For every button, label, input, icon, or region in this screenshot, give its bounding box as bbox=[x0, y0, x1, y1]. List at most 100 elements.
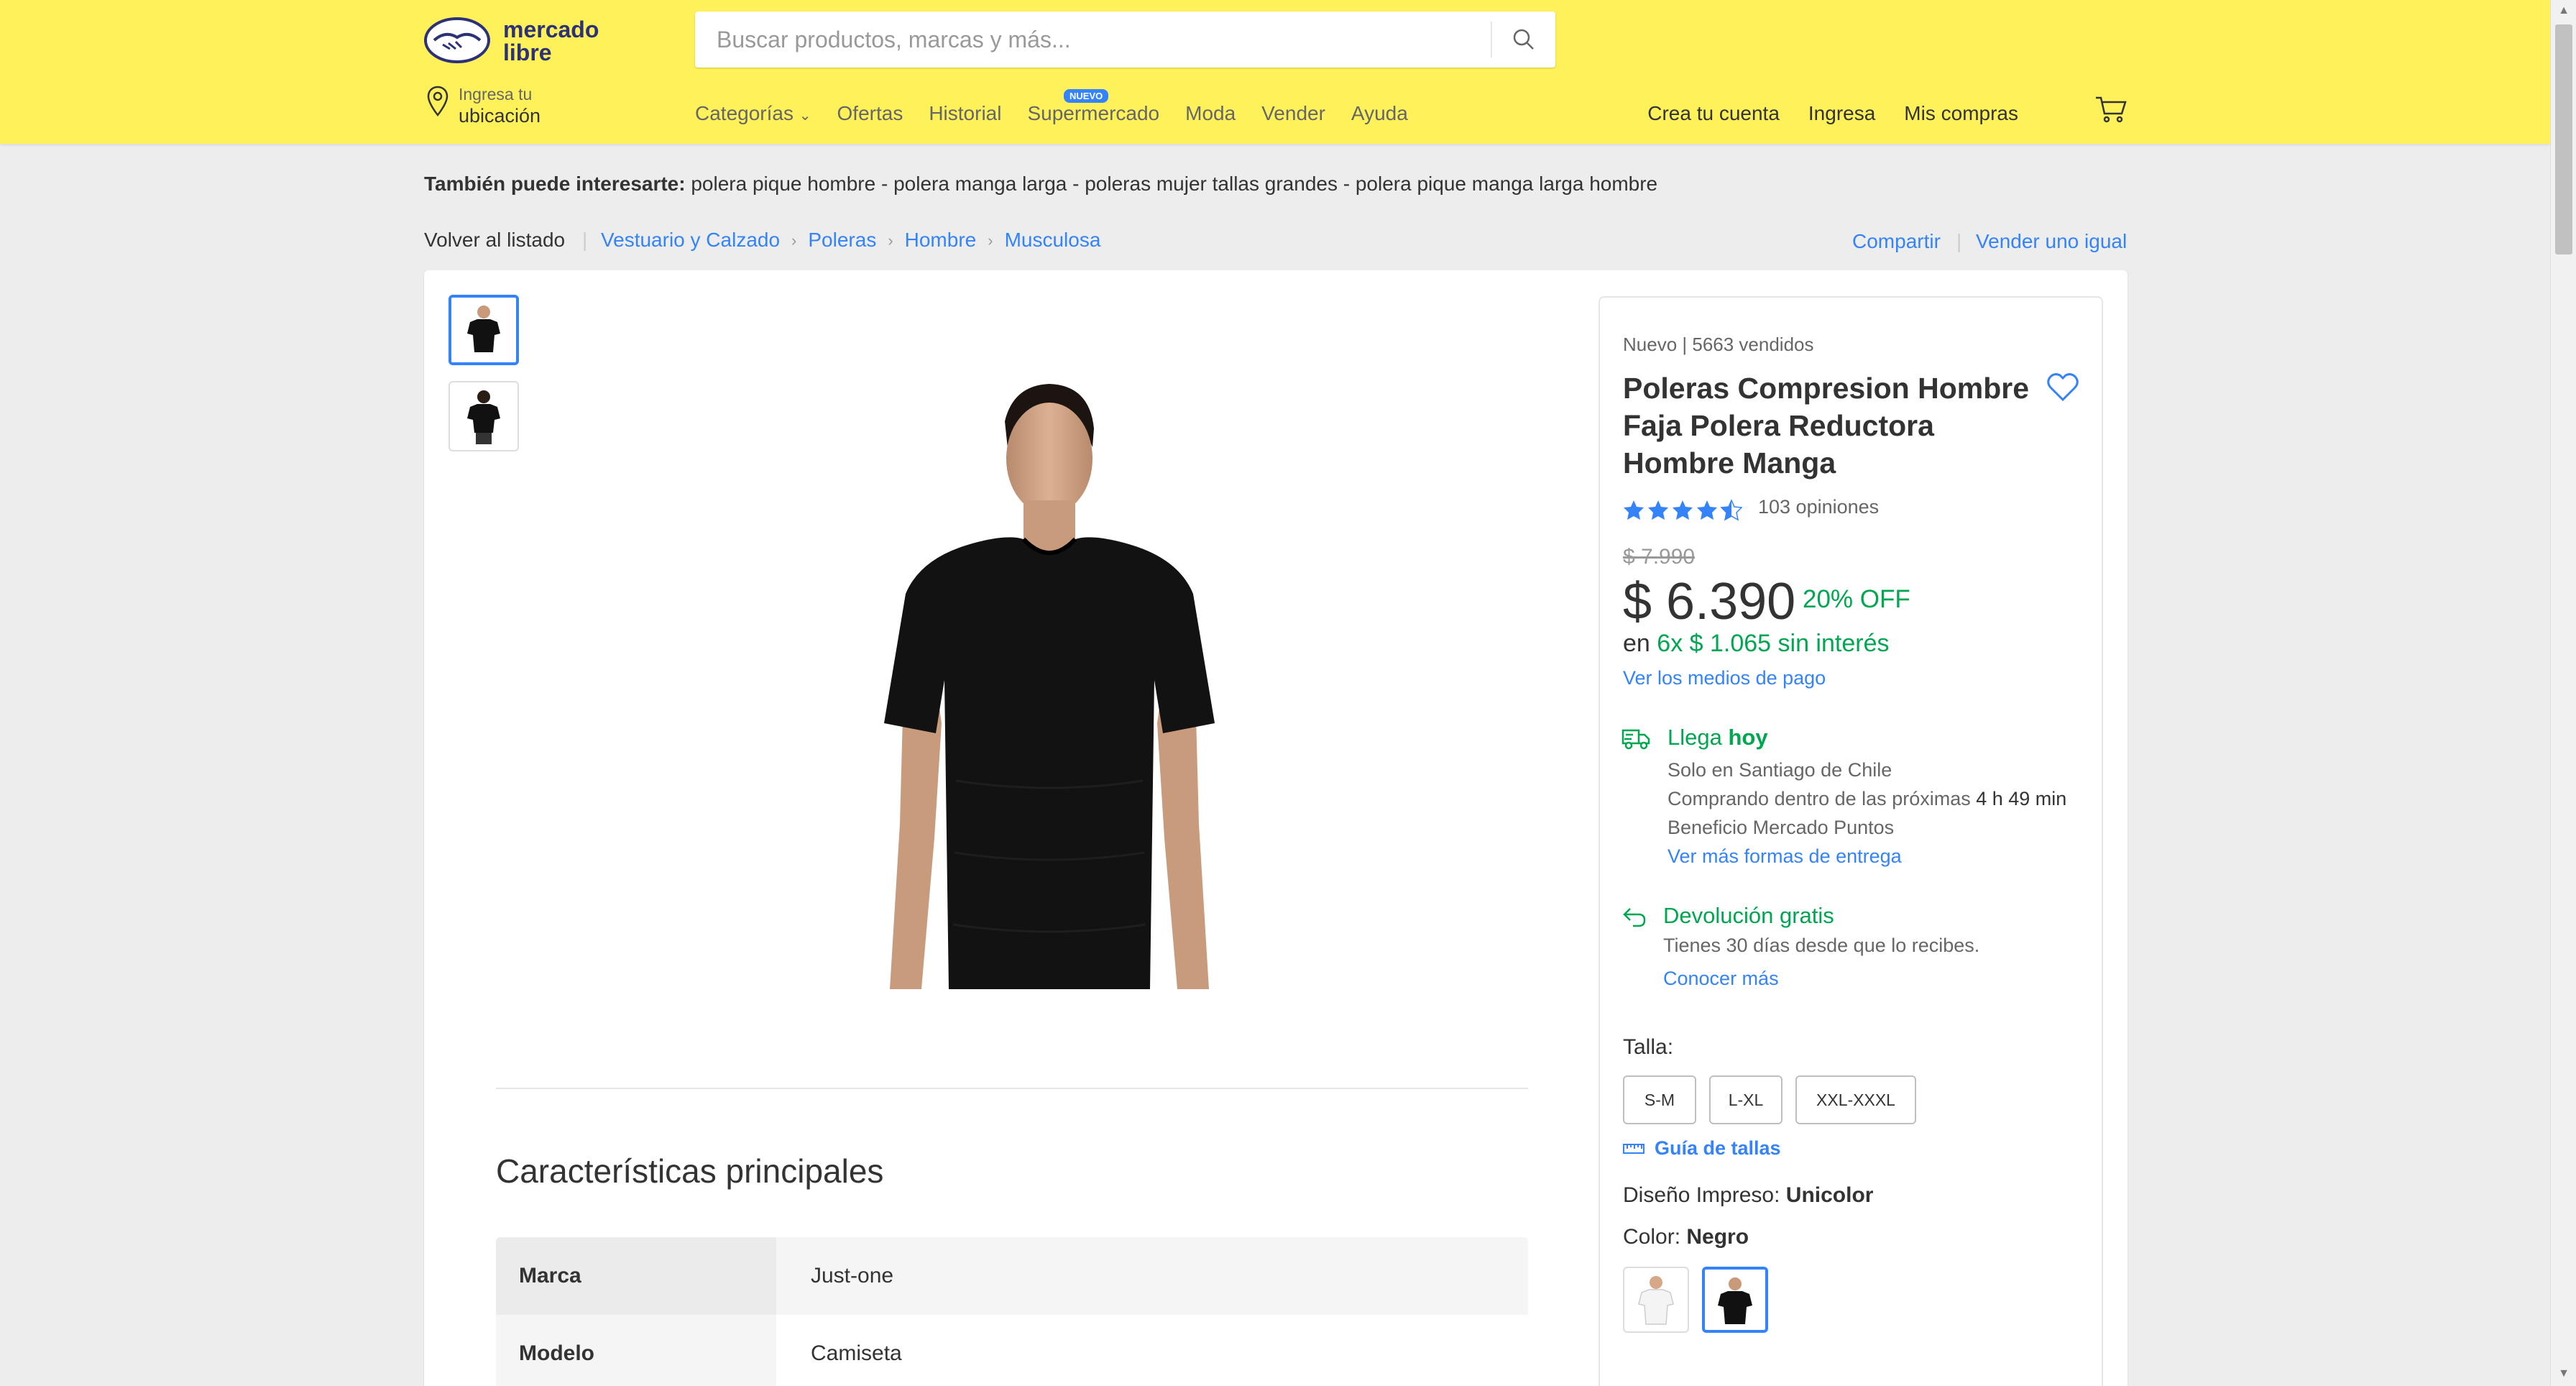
nav-categorias-label: Categorías bbox=[695, 102, 794, 124]
ruler-icon bbox=[1623, 1143, 1644, 1154]
mercadolibre-logo[interactable]: mercado libre bbox=[424, 13, 625, 66]
size-option-s-m[interactable]: S-M bbox=[1623, 1075, 1696, 1124]
breadcrumb-divider: | bbox=[582, 229, 588, 251]
share-link[interactable]: Compartir bbox=[1852, 230, 1941, 253]
black-shirt-image bbox=[1718, 1277, 1752, 1324]
logo-text-2: libre bbox=[503, 40, 552, 65]
breadcrumb-hombre[interactable]: Hombre bbox=[905, 229, 977, 253]
reviews-count[interactable]: 103 opiniones bbox=[1758, 496, 1879, 518]
color-label: Color: bbox=[1623, 1225, 1681, 1249]
thumbnail-1[interactable] bbox=[448, 295, 519, 365]
my-purchases-link[interactable]: Mis compras bbox=[1904, 102, 2018, 125]
shipping-line-2: Comprando dentro de las próximas 4 h 49 … bbox=[1668, 788, 2066, 810]
returns-more-link[interactable]: Conocer más bbox=[1663, 968, 1779, 990]
search-bar bbox=[695, 12, 1555, 68]
more-shipping-link[interactable]: Ver más formas de entrega bbox=[1668, 845, 1902, 868]
location-label: ubicación bbox=[459, 105, 541, 127]
shipping-line-2-prefix: Comprando dentro de las próximas bbox=[1668, 788, 1971, 809]
main-nav: Categorías ⌄ Ofertas Historial Supermerc… bbox=[695, 102, 1408, 125]
size-guide-label: Guía de tallas bbox=[1655, 1137, 1781, 1159]
search-input[interactable] bbox=[717, 12, 1450, 68]
login-link[interactable]: Ingresa bbox=[1808, 102, 1875, 125]
back-to-list-link[interactable]: Volver al listado bbox=[424, 229, 565, 252]
logo-text-1: mercado bbox=[503, 17, 599, 42]
scroll-up-icon[interactable]: ▲ bbox=[2557, 4, 2571, 19]
location-pin-icon bbox=[427, 86, 448, 116]
share-divider: | bbox=[1956, 230, 1962, 252]
nav-moda[interactable]: Moda bbox=[1185, 102, 1236, 125]
search-button[interactable] bbox=[1491, 22, 1555, 58]
breadcrumb-musculosa[interactable]: Musculosa bbox=[1005, 229, 1101, 253]
nuevo-badge: NUEVO bbox=[1064, 89, 1109, 103]
buy-box: Nuevo | 5663 vendidos Poleras Compresion… bbox=[1598, 296, 2103, 1386]
breadcrumb-poleras[interactable]: Poleras bbox=[808, 229, 876, 253]
shipping-line-3: Beneficio Mercado Puntos bbox=[1668, 817, 1895, 838]
design-value: Unicolor bbox=[1785, 1183, 1874, 1207]
nav-ayuda[interactable]: Ayuda bbox=[1351, 102, 1408, 125]
shipping-line-1: Solo en Santiago de Chile bbox=[1668, 759, 1892, 781]
returns-title: Devolución gratis bbox=[1663, 903, 1834, 928]
table-value: Camiseta bbox=[776, 1315, 1528, 1386]
color-swatch-black[interactable] bbox=[1702, 1267, 1768, 1333]
related-items[interactable]: polera pique hombre - polera manga larga… bbox=[691, 173, 1657, 195]
rating-stars[interactable] bbox=[1623, 497, 1745, 522]
site-header: mercado libre Ingresa tu ubicación NUEVO… bbox=[0, 0, 2550, 144]
design-attribute: Diseño Impreso: Unicolor bbox=[1623, 1183, 1873, 1208]
size-option-xxl-xxxl[interactable]: XXL-XXXL bbox=[1795, 1075, 1916, 1124]
chevron-right-icon: › bbox=[888, 231, 893, 249]
truck-icon bbox=[1622, 729, 1650, 750]
table-row: Marca Just-one bbox=[496, 1237, 1528, 1315]
location-hint: Ingresa tu bbox=[459, 85, 533, 104]
cart-icon[interactable] bbox=[2094, 95, 2128, 124]
shipping-title-prefix: Llega bbox=[1668, 725, 1722, 750]
chevron-right-icon: › bbox=[988, 231, 993, 249]
characteristics-title: Características principales bbox=[496, 1152, 884, 1190]
color-attribute: Color: Negro bbox=[1623, 1225, 1749, 1249]
chevron-right-icon: › bbox=[791, 231, 797, 249]
create-account-link[interactable]: Crea tu cuenta bbox=[1647, 102, 1780, 125]
design-label: Diseño Impreso: bbox=[1623, 1183, 1780, 1207]
shipping-title: Llega hoy bbox=[1668, 725, 1768, 751]
section-divider bbox=[496, 1088, 1528, 1089]
scroll-down-icon[interactable]: ▼ bbox=[2557, 1367, 2571, 1382]
related-label: También puede interesarte: bbox=[424, 173, 686, 195]
search-icon bbox=[1513, 29, 1534, 50]
thumbnail-2[interactable] bbox=[448, 381, 519, 451]
return-icon bbox=[1623, 908, 1646, 927]
original-price: $ 7.990 bbox=[1623, 545, 1696, 569]
installments-value: 6x $ 1.065 sin interés bbox=[1657, 630, 1890, 657]
shirt-front-thumbnail bbox=[467, 306, 500, 352]
chevron-down-icon: ⌄ bbox=[799, 108, 811, 124]
returns-detail: Tienes 30 días desde que lo recibes. bbox=[1663, 935, 1980, 956]
related-searches: También puede interesarte: polera pique … bbox=[424, 173, 1657, 196]
nav-supermercado[interactable]: Supermercado bbox=[1027, 102, 1159, 125]
star-rating-icon bbox=[1624, 500, 1742, 520]
shipping-title-bold: hoy bbox=[1728, 725, 1768, 750]
payment-methods-link[interactable]: Ver los medios de pago bbox=[1623, 667, 1826, 689]
installments-prefix: en bbox=[1623, 630, 1650, 657]
sell-same-link[interactable]: Vender uno igual bbox=[1976, 230, 2127, 253]
shipping-countdown: 4 h 49 min bbox=[1976, 788, 2067, 809]
page-scrollbar[interactable]: ▲ ▼ bbox=[2550, 0, 2576, 1386]
nav-historial[interactable]: Historial bbox=[929, 102, 1001, 125]
scroll-thumb[interactable] bbox=[2555, 24, 2572, 254]
nav-ofertas[interactable]: Ofertas bbox=[837, 102, 903, 125]
table-key: Modelo bbox=[496, 1315, 776, 1386]
heart-icon[interactable] bbox=[2046, 371, 2080, 403]
color-swatch-white[interactable] bbox=[1623, 1267, 1689, 1333]
product-main-image[interactable] bbox=[834, 378, 1265, 996]
installments: en 6x $ 1.065 sin interés bbox=[1623, 630, 1889, 658]
condition-sold: Nuevo | 5663 vendidos bbox=[1623, 334, 1814, 355]
size-option-l-xl[interactable]: L-XL bbox=[1709, 1075, 1782, 1124]
current-price: $ 6.390 bbox=[1623, 573, 1796, 630]
size-label: Talla: bbox=[1623, 1035, 1674, 1059]
nav-categorias[interactable]: Categorías ⌄ bbox=[695, 102, 811, 125]
table-key: Marca bbox=[496, 1237, 776, 1315]
size-guide-link[interactable]: Guía de tallas bbox=[1623, 1137, 1781, 1160]
nav-vender[interactable]: Vender bbox=[1261, 102, 1325, 125]
page-root: mercado libre Ingresa tu ubicación NUEVO… bbox=[0, 0, 2576, 1386]
product-title: Poleras Compresion Hombre Faja Polera Re… bbox=[1623, 372, 2030, 479]
characteristics-table: Marca Just-one Modelo Camiseta bbox=[496, 1237, 1528, 1386]
shirt-back-thumbnail bbox=[467, 390, 500, 444]
breadcrumb-vestuario[interactable]: Vestuario y Calzado bbox=[601, 229, 780, 253]
